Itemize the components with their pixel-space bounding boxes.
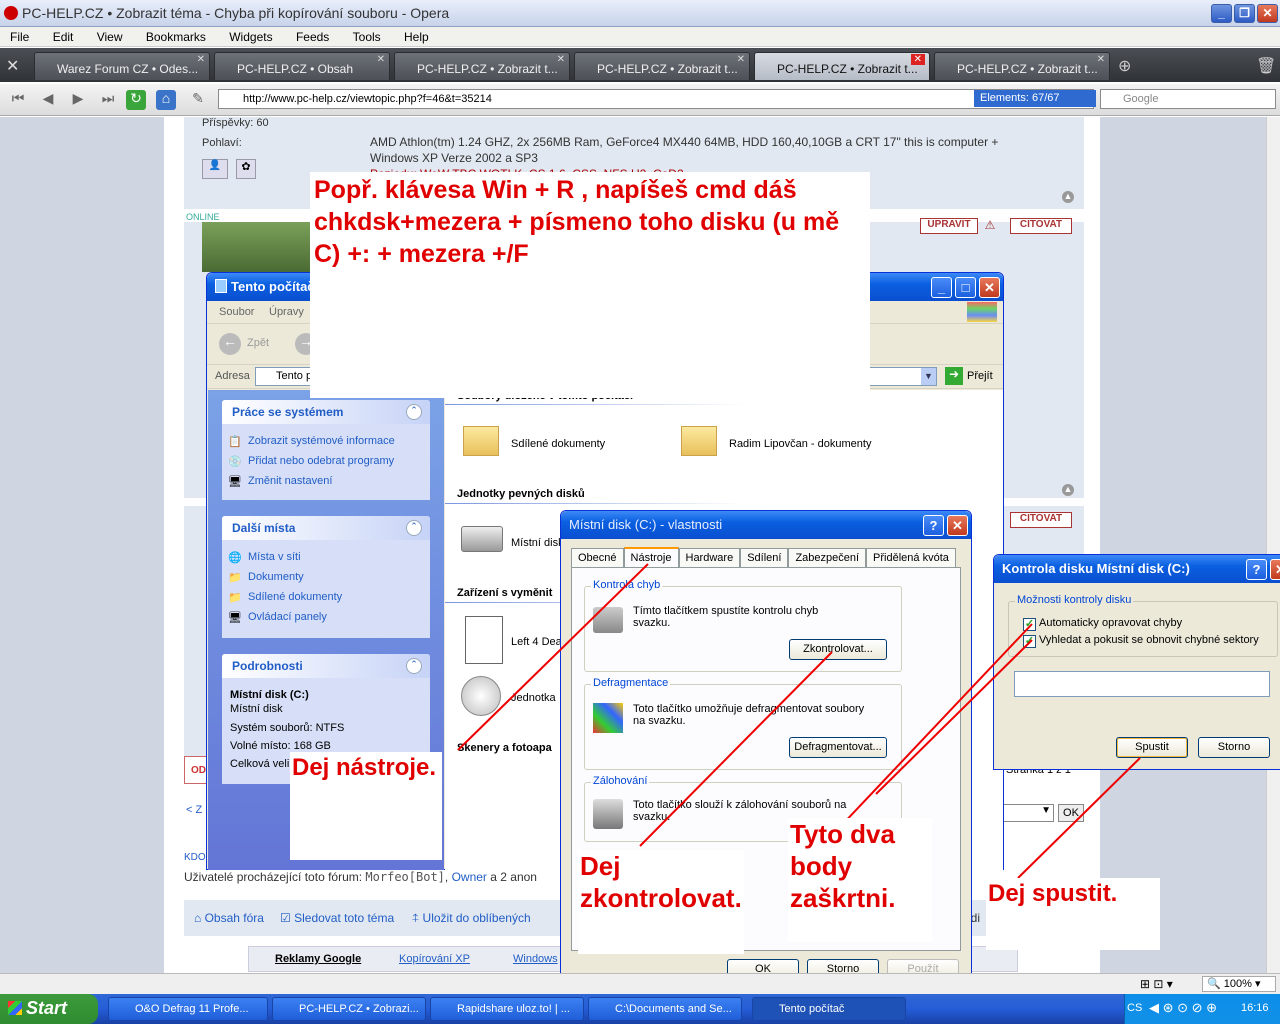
task-opera[interactable]: PC-HELP.CZ • Zobrazi... [272, 997, 426, 1021]
statusbar-icons[interactable]: ⊞ ⊡ ▾ [1140, 977, 1173, 991]
annotation-check: Dej zkontrolovat. [578, 850, 744, 954]
clock: 16:16 [1241, 1002, 1269, 1014]
windows-logo-icon [8, 1001, 22, 1015]
arrow-line [821, 623, 1033, 847]
annotation-top: Popř. klávesa Win + R , napíšeš cmd dáš … [310, 172, 870, 398]
arrow-line [1017, 757, 1141, 879]
zoom-select[interactable]: 🔍 100% ▾ [1202, 976, 1276, 992]
arrow-line [875, 639, 1033, 795]
task-my-computer[interactable]: Tento počítač [752, 997, 906, 1021]
start-label: Start [26, 998, 68, 1018]
system-tray: CS ◀ ⊛ ⊙ ⊘ ⊕ 16:16 [1124, 994, 1280, 1024]
annotation-tools: Dej nástroje. [290, 752, 442, 860]
zoom-value: 100% [1223, 978, 1252, 990]
annotation-tick: Tyto dva body zaškrtni. [788, 818, 932, 942]
browser-statusbar: ⊞ ⊡ ▾ 🔍 100% ▾ [0, 973, 1280, 994]
task-documents[interactable]: C:\Documents and Se... [588, 997, 742, 1021]
arrow-line [639, 651, 833, 847]
task-defrag[interactable]: O&O Defrag 11 Profe... [108, 997, 268, 1021]
language-indicator[interactable]: CS [1127, 1002, 1142, 1014]
task-rapidshare[interactable]: Rapidshare uloz.to! | ... [430, 997, 584, 1021]
arrow-line [457, 563, 649, 751]
tray-icons[interactable]: ◀ ⊛ ⊙ ⊘ ⊕ [1149, 1000, 1217, 1016]
annotation-run: Dej spustit. [986, 878, 1160, 950]
